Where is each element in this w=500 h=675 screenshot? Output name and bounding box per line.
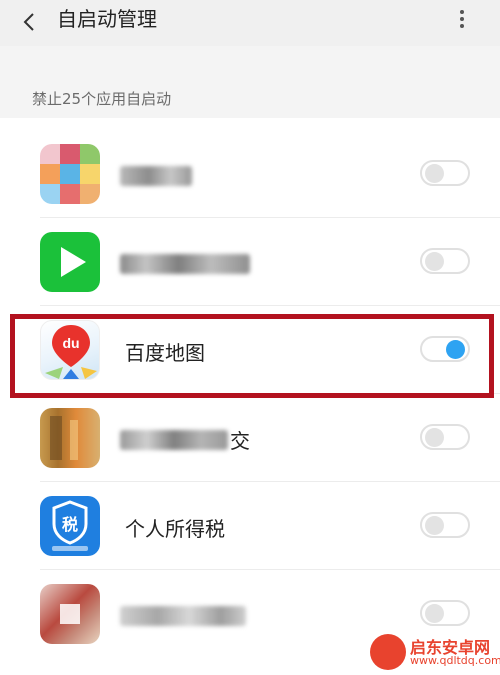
- autostart-toggle[interactable]: [420, 512, 470, 538]
- chevron-left-icon[interactable]: [18, 10, 42, 34]
- app-name-blurred: [120, 606, 246, 626]
- list-item[interactable]: [0, 130, 500, 218]
- tax-shield-icon: 税: [40, 496, 100, 556]
- more-vertical-icon[interactable]: [452, 7, 472, 31]
- list-item[interactable]: [0, 218, 500, 306]
- autostart-toggle[interactable]: [420, 424, 470, 450]
- watermark-logo-icon: [370, 634, 406, 670]
- watermark-url: www.qdltdq.com: [410, 654, 500, 667]
- app-name-blurred: [120, 166, 192, 186]
- autostart-toggle[interactable]: [420, 160, 470, 186]
- blurred-app-icon: [40, 584, 100, 644]
- page-title: 自启动管理: [57, 7, 157, 31]
- section-label: 禁止25个应用自启动: [32, 90, 172, 108]
- highlight-box: [10, 314, 494, 398]
- watermark: 启东安卓网 www.qdltdq.com: [370, 632, 500, 672]
- autostart-toggle[interactable]: [420, 248, 470, 274]
- app-name-suffix: 交: [230, 429, 250, 453]
- autostart-toggle[interactable]: [420, 600, 470, 626]
- blurred-app-icon: [40, 144, 100, 204]
- app-name-blurred: [120, 430, 228, 450]
- list-item[interactable]: 税 个人所得税: [0, 482, 500, 570]
- green-play-icon: [40, 232, 100, 292]
- app-name-blurred: [120, 254, 250, 274]
- blurred-app-icon: [40, 408, 100, 468]
- tax-icon-char: 税: [62, 515, 78, 534]
- list-item[interactable]: 交: [0, 394, 500, 482]
- top-bar: 自启动管理: [0, 0, 500, 46]
- app-name: 个人所得税: [125, 517, 225, 541]
